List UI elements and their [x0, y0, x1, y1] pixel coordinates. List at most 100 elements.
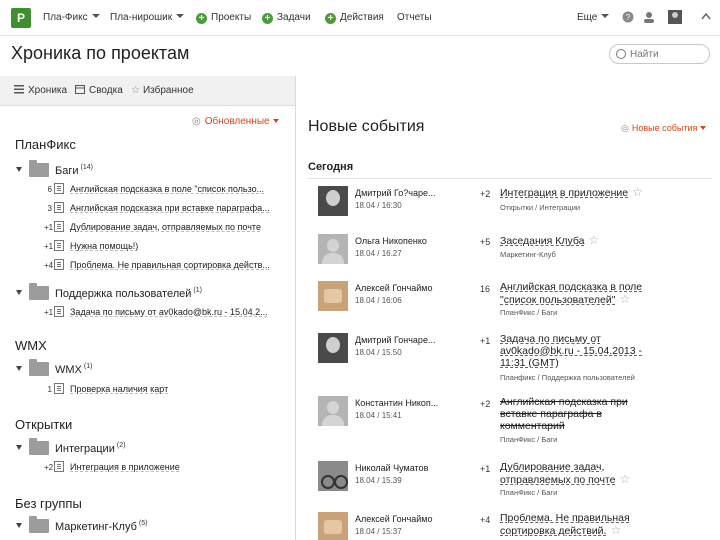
nav-planfix[interactable]: Пла-Фикс — [43, 12, 100, 23]
tab-label: Сводка — [89, 85, 123, 96]
task-item[interactable]: +4 Проблема. Не правильная сортировка дей… — [44, 259, 270, 273]
search-input[interactable]: Найти — [609, 44, 710, 64]
avatar[interactable] — [318, 333, 348, 363]
nav-reports[interactable]: Отчеты — [397, 12, 432, 23]
task-item[interactable]: +1 Дублирование задач, отправляемых по по… — [44, 221, 261, 235]
updated-filter[interactable]: ◎ Обновленные — [192, 116, 279, 127]
event-path: ПланФикс / Баги — [500, 435, 558, 444]
nav-reports-label: Отчеты — [397, 12, 432, 23]
star-icon[interactable]: ☆ — [589, 234, 600, 246]
event-author[interactable]: Николай Чуматов — [355, 463, 428, 473]
event-author[interactable]: Ольга Никопенко — [355, 236, 427, 246]
folder-bugs[interactable]: Баги (14) — [16, 160, 93, 179]
star-icon[interactable]: ☆ — [632, 186, 643, 198]
tab-label: Избранное — [142, 85, 194, 96]
task-item[interactable]: 3 Английская подсказка при вставке парагр… — [44, 202, 270, 216]
event-link[interactable]: Дублирование задач, отправляемых по почт… — [500, 461, 615, 486]
event-title[interactable]: Английская подсказка при вставке парагра… — [500, 396, 660, 432]
avatar[interactable] — [318, 234, 348, 264]
folder-icon — [29, 516, 49, 533]
folder-marketing-club[interactable]: Маркетинг-Клуб (5) — [16, 516, 147, 535]
plus-icon: + — [262, 13, 273, 24]
document-icon — [54, 202, 64, 213]
event-link[interactable]: Заседания Клуба — [500, 235, 585, 247]
folder-icon — [29, 283, 49, 300]
event-item: Ольга Никопенко 18.04 / 16.27 +5 Заседан… — [318, 234, 714, 284]
event-title[interactable]: Интеграция в приложение ☆ — [500, 186, 660, 199]
folder-icon — [29, 438, 49, 455]
event-count: +2 — [480, 189, 491, 199]
folder-icon — [29, 160, 49, 177]
expand-icon[interactable] — [16, 366, 22, 371]
avatar[interactable] — [318, 186, 348, 216]
event-item: Дмитрий Го?чаре... 18.04 / 16:30 +2 Инте… — [318, 186, 714, 236]
expand-icon[interactable] — [16, 290, 22, 295]
nav-tasks[interactable]: + Задачи — [262, 12, 311, 24]
avatar[interactable] — [668, 10, 682, 24]
expand-icon[interactable] — [16, 523, 22, 528]
avatar[interactable] — [318, 396, 348, 426]
avatar[interactable] — [318, 512, 348, 540]
task-count: 3 — [47, 204, 52, 213]
task-count: +1 — [44, 242, 54, 251]
folder-integrations[interactable]: Интеграции (2) — [16, 438, 126, 457]
nav-tasks-label: Задачи — [277, 12, 311, 23]
event-title[interactable]: Дублирование задач, отправляемых по почт… — [500, 461, 660, 486]
folder-user-support[interactable]: Поддержка пользователей (1) — [16, 283, 202, 302]
task-count: +1 — [44, 223, 54, 232]
chevron-down-icon — [601, 14, 610, 18]
task-item[interactable]: +2 Интеграция в приложение — [44, 461, 180, 475]
event-author[interactable]: Дмитрий Го?чаре... — [355, 188, 435, 198]
avatar[interactable] — [318, 461, 348, 491]
task-item[interactable]: 6 Английская подсказка в поле "список пол… — [44, 183, 264, 197]
star-icon: ☆ — [131, 85, 140, 96]
event-author[interactable]: Алексей Гончаймо — [355, 514, 433, 524]
nav-planning[interactable]: Пла-нирошик — [110, 12, 185, 23]
user-icon[interactable] — [643, 11, 655, 23]
planfix-logo[interactable]: P — [11, 8, 31, 28]
nav-planning-label: Пла-нирошик — [110, 12, 173, 23]
help-icon[interactable]: ? — [622, 11, 634, 23]
avatar[interactable] — [318, 281, 348, 311]
event-title[interactable]: Заседания Клуба ☆ — [500, 234, 660, 247]
folder-count: (2) — [116, 442, 126, 450]
event-title[interactable]: Проблема. Не правильная сортировка дейст… — [500, 512, 660, 537]
star-icon[interactable]: ☆ — [620, 293, 631, 305]
folder-count: (1) — [193, 287, 202, 295]
event-author[interactable]: Дмитрий Гончаре... — [355, 335, 435, 345]
tab-summary[interactable]: Сводка — [75, 85, 123, 96]
event-link[interactable]: Задача по письму от av0kado@bk.ru - 15.0… — [500, 333, 642, 369]
folder-name: Маркетинг-Клуб — [55, 521, 137, 533]
task-item[interactable]: +1 Задача по письму от av0kado@bk.ru - 15… — [44, 306, 268, 320]
event-link[interactable]: Интеграция в приложение — [500, 187, 628, 199]
tab-chronicle[interactable]: Хроника — [14, 85, 67, 96]
nav-actions[interactable]: + Действия — [325, 12, 384, 24]
tab-favorites[interactable]: ☆ Избранное — [131, 85, 194, 96]
folder-count: (1) — [83, 363, 93, 371]
svg-text:?: ? — [626, 13, 631, 22]
nav-more[interactable]: Еще — [577, 12, 610, 23]
expand-icon[interactable] — [16, 445, 22, 450]
event-link[interactable]: Английская подсказка при вставке парагра… — [500, 396, 628, 432]
event-title[interactable]: Задача по письму от av0kado@bk.ru - 15.0… — [500, 333, 660, 369]
star-icon[interactable]: ☆ — [619, 473, 630, 485]
section-today: Сегодня — [308, 161, 354, 173]
events-filter[interactable]: ◎ Новые события — [621, 123, 707, 134]
event-title[interactable]: Английская подсказка в поле "список поль… — [500, 281, 660, 306]
task-count: +2 — [44, 463, 54, 472]
expand-icon[interactable] — [16, 167, 22, 172]
collapse-icon[interactable] — [700, 11, 712, 23]
task-title: Проверка наличия карт — [70, 384, 169, 394]
event-author[interactable]: Константин Никоп... — [355, 398, 438, 408]
folder-wmx[interactable]: WMX (1) — [16, 359, 93, 378]
event-count: +4 — [480, 515, 491, 525]
nav-projects[interactable]: + Проекты — [196, 12, 251, 24]
task-title: Английская подсказка в поле "список поль… — [70, 184, 265, 194]
group-title: Без группы — [15, 496, 82, 511]
task-item[interactable]: 1 Проверка наличия карт — [44, 383, 168, 397]
event-author[interactable]: Алексей Гончаймо — [355, 283, 433, 293]
task-item[interactable]: +1 Нужна помощь!) — [44, 240, 138, 254]
document-icon — [54, 461, 64, 472]
star-icon[interactable]: ☆ — [610, 524, 621, 536]
list-icon — [14, 85, 24, 94]
